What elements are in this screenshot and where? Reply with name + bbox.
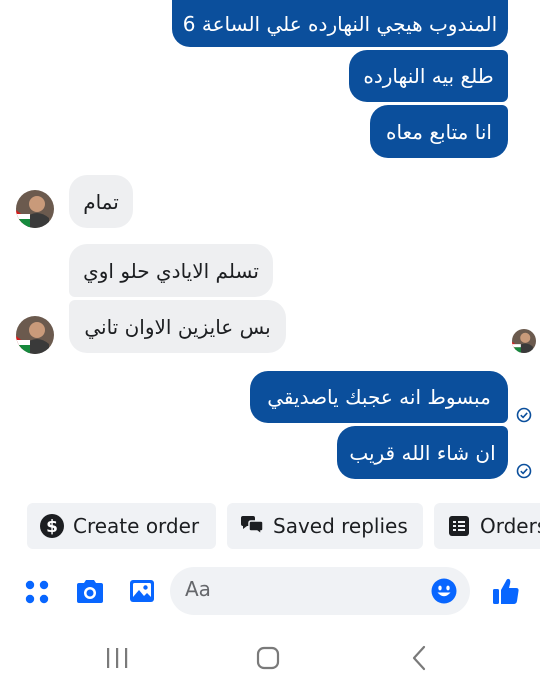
gallery-icon[interactable]	[128, 577, 156, 605]
message-bubble-incoming[interactable]: تمام	[69, 175, 133, 228]
seen-avatar-image	[512, 329, 536, 353]
message-bubble-outgoing[interactable]: طلع بيه النهارده	[349, 50, 508, 102]
message-text: ان شاء الله قريب	[349, 440, 496, 465]
recent-apps-icon[interactable]	[105, 647, 129, 669]
saved-replies-chip[interactable]: Saved replies	[227, 503, 423, 549]
chip-label: Saved replies	[273, 514, 408, 538]
message-bubble-incoming[interactable]: تسلم الايادي حلو اوي	[69, 244, 273, 297]
home-icon[interactable]	[256, 646, 280, 670]
message-text: تسلم الايادي حلو اوي	[83, 258, 259, 283]
message-input[interactable]: Aa	[170, 567, 470, 615]
chat-bubbles-icon	[241, 516, 264, 536]
apps-icon[interactable]	[24, 579, 50, 605]
message-text: انا متابع معاه	[386, 119, 492, 144]
back-icon[interactable]	[410, 645, 428, 671]
seen-avatar	[512, 329, 536, 353]
message-text: تمام	[83, 189, 119, 214]
orders-chip[interactable]: Orders	[434, 503, 540, 549]
message-bubble-outgoing[interactable]: مبسوط انه عجبك ياصديقي	[250, 371, 508, 423]
message-input-placeholder: Aa	[185, 577, 211, 601]
list-icon	[449, 516, 469, 536]
dollar-icon: $	[40, 514, 64, 538]
sent-check-icon	[516, 407, 532, 423]
thumbs-up-icon[interactable]	[491, 576, 521, 606]
contact-avatar[interactable]	[16, 190, 54, 228]
camera-icon[interactable]	[74, 578, 106, 606]
message-bubble-outgoing[interactable]: المندوب هيجي النهارده علي الساعة 6	[172, 0, 508, 47]
message-text: طلع بيه النهارده	[363, 64, 494, 88]
svg-text:$: $	[46, 517, 58, 537]
message-text: بس عايزين الاوان تاني	[84, 314, 271, 339]
sent-check-icon	[516, 463, 532, 479]
message-bubble-outgoing[interactable]: انا متابع معاه	[370, 105, 508, 158]
message-text: المندوب هيجي النهارده علي الساعة 6	[182, 11, 498, 36]
message-bubble-incoming[interactable]: بس عايزين الاوان تاني	[69, 300, 286, 353]
chip-label: Create order	[73, 514, 200, 538]
contact-avatar[interactable]	[16, 316, 54, 354]
message-bubble-outgoing[interactable]: ان شاء الله قريب	[337, 426, 508, 479]
chip-label: Orders	[480, 514, 540, 538]
message-text: مبسوط انه عجبك ياصديقي	[267, 385, 491, 409]
avatar-image	[16, 316, 54, 354]
create-order-chip[interactable]: $ Create order	[27, 503, 216, 549]
emoji-icon[interactable]	[431, 578, 457, 604]
avatar-image	[16, 190, 54, 228]
